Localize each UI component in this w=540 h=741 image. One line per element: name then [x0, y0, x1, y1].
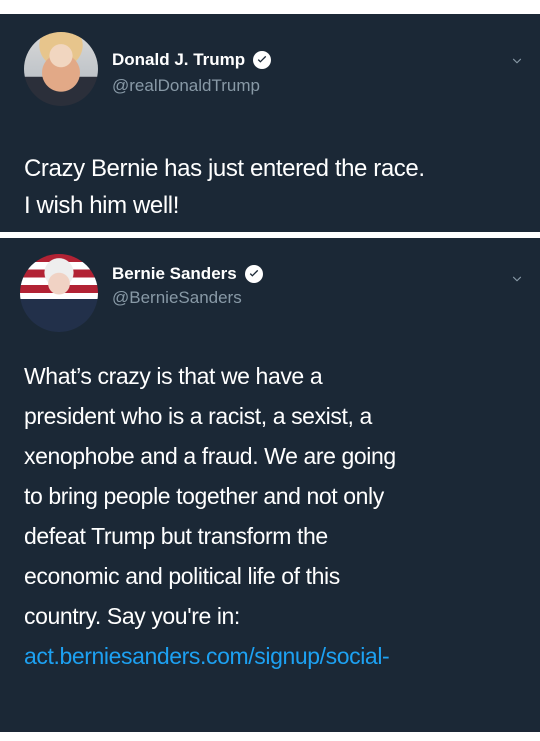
tweet-line: What’s crazy is that we have a	[24, 363, 323, 389]
tweet-line: xenophobe and a fraud. We are going	[24, 443, 396, 469]
avatar[interactable]	[20, 254, 98, 332]
tweet-card-bernie[interactable]: Bernie Sanders @BernieSanders What’s cra…	[0, 238, 540, 732]
tweet-line: economic and political life of this	[24, 563, 340, 589]
chevron-down-icon[interactable]	[510, 54, 524, 68]
author-name[interactable]: Bernie Sanders	[112, 264, 237, 284]
tweet-line: Crazy Bernie has just entered the race.	[24, 155, 425, 182]
author-name[interactable]: Donald J. Trump	[112, 50, 245, 70]
bottom-strip	[0, 732, 540, 741]
tweet-card-trump[interactable]: Donald J. Trump @realDonaldTrump Crazy B…	[0, 14, 540, 232]
avatar[interactable]	[24, 32, 98, 106]
profile-photo-icon	[20, 254, 98, 332]
author-row: Donald J. Trump	[112, 50, 272, 70]
author-handle[interactable]: @realDonaldTrump	[112, 76, 260, 96]
chevron-down-icon[interactable]	[510, 272, 524, 286]
tweet-line: I wish him well!	[24, 192, 179, 219]
tweet-text: Crazy Bernie has just entered the race. …	[24, 150, 524, 224]
verified-badge-icon	[244, 265, 263, 283]
author-handle[interactable]: @BernieSanders	[112, 288, 242, 308]
tweet-line: president who is a racist, a sexist, a	[24, 403, 372, 429]
profile-photo-icon	[24, 32, 98, 106]
tweet-text: What’s crazy is that we have a president…	[24, 356, 524, 676]
signup-link[interactable]: act.berniesanders.com/signup/social-	[24, 636, 524, 676]
tweet-line: country. Say you're in:	[24, 603, 240, 629]
author-row: Bernie Sanders	[112, 264, 263, 284]
verified-badge-icon	[253, 51, 272, 69]
tweet-line: to bring people together and not only	[24, 483, 384, 509]
tweet-line: defeat Trump but transform the	[24, 523, 328, 549]
